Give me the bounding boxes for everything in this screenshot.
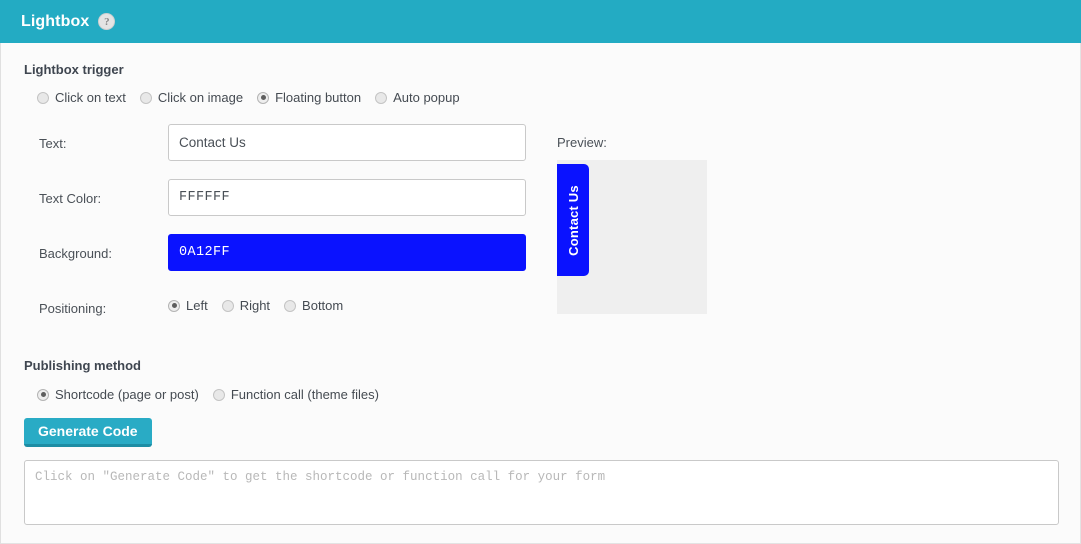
background-color-input[interactable] — [168, 234, 526, 271]
preview-label: Preview: — [557, 135, 607, 150]
preview-floating-button-label: Contact Us — [565, 184, 581, 256]
radio-floating-button[interactable]: Floating button — [257, 90, 361, 105]
text-color-input[interactable] — [168, 179, 526, 216]
radio-click-on-image[interactable]: Click on image — [139, 90, 244, 105]
radio-auto-popup[interactable]: Auto popup — [375, 90, 460, 105]
question-mark-icon[interactable]: ? — [98, 13, 116, 30]
radio-indicator[interactable] — [284, 299, 297, 312]
publishing-method-radio-group: Shortcode (page or post) Function call (… — [37, 387, 379, 402]
radio-position-left[interactable]: Left — [168, 298, 208, 313]
radio-indicator[interactable] — [221, 299, 234, 312]
preview-floating-button: Contact Us — [557, 164, 589, 276]
radio-label: Auto popup — [393, 90, 460, 105]
publishing-method-heading: Publishing method — [24, 358, 141, 373]
radio-label: Right — [239, 298, 271, 313]
background-field-label: Background: — [39, 246, 112, 261]
text-input[interactable] — [168, 124, 526, 161]
radio-label: Click on image — [157, 90, 244, 105]
radio-function-call[interactable]: Function call (theme files) — [212, 387, 379, 402]
radio-label: Floating button — [275, 90, 362, 105]
radio-click-on-text[interactable]: Click on text — [37, 90, 126, 105]
radio-position-bottom[interactable]: Bottom — [284, 298, 343, 313]
radio-label: Bottom — [302, 298, 344, 313]
radio-shortcode[interactable]: Shortcode (page or post) — [37, 387, 199, 402]
radio-indicator[interactable] — [212, 388, 225, 401]
text-color-field-label: Text Color: — [39, 191, 102, 206]
radio-indicator[interactable] — [375, 91, 388, 104]
radio-indicator[interactable] — [168, 299, 180, 312]
lightbox-settings-page: Lightbox ? Lightbox trigger Click on tex… — [0, 0, 1081, 544]
lightbox-trigger-radio-group: Click on text Click on image Floating bu… — [37, 90, 460, 105]
text-field-label: Text: — [39, 136, 67, 151]
radio-label: Shortcode (page or post) — [55, 387, 199, 402]
page-header: Lightbox ? — [0, 0, 1081, 43]
radio-indicator[interactable] — [257, 91, 270, 104]
radio-label: Function call (theme files) — [230, 387, 379, 402]
generate-code-button[interactable]: Generate Code — [24, 418, 152, 447]
settings-panel: Lightbox trigger Click on text Click on … — [0, 43, 1081, 544]
radio-indicator[interactable] — [139, 91, 152, 104]
radio-indicator[interactable] — [37, 388, 49, 401]
lightbox-trigger-heading: Lightbox trigger — [24, 62, 124, 77]
radio-position-right[interactable]: Right — [221, 298, 271, 313]
generated-code-textarea[interactable] — [24, 460, 1059, 525]
positioning-field-label: Positioning: — [39, 301, 107, 316]
radio-label: Click on text — [55, 90, 126, 105]
radio-label: Left — [186, 298, 208, 313]
radio-indicator[interactable] — [37, 91, 49, 104]
preview-canvas: Contact Us — [557, 160, 707, 314]
positioning-radio-group: Left Right Bottom — [168, 298, 343, 313]
page-title: Lightbox — [21, 12, 90, 30]
